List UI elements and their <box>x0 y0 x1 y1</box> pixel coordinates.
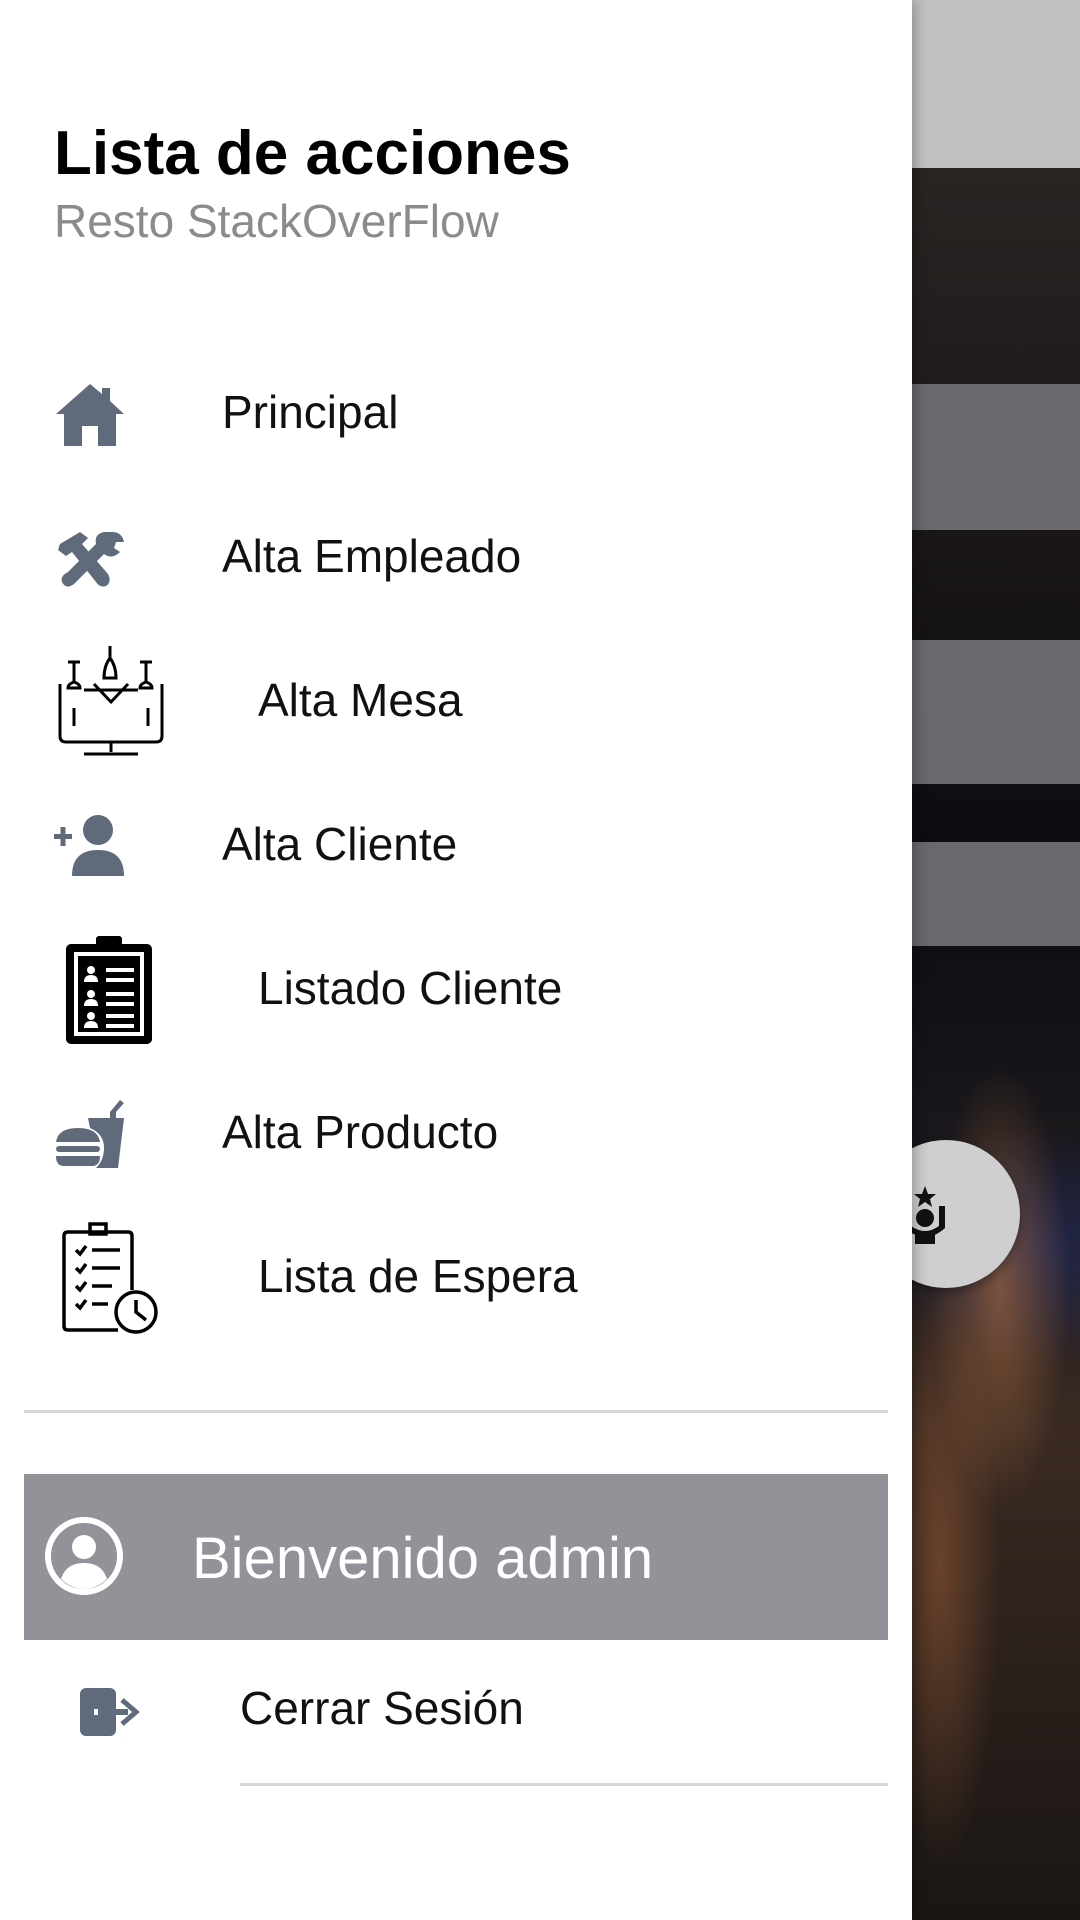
menu-item-listado-cliente[interactable]: Listado Cliente <box>0 928 912 1048</box>
menu-item-alta-cliente[interactable]: Alta Cliente <box>0 784 912 904</box>
menu-item-lista-de-espera[interactable]: Lista de Espera <box>0 1216 912 1336</box>
menu-item-label: Principal <box>222 386 399 438</box>
logout-icon <box>80 1688 140 1736</box>
menu-item-alta-empleado[interactable]: Alta Empleado <box>0 496 912 616</box>
menu-item-label: Alta Producto <box>222 1106 499 1158</box>
menu-item-label: Alta Empleado <box>222 530 522 582</box>
menu-item-label: Lista de Espera <box>258 1250 578 1302</box>
account-circle-icon <box>45 1517 123 1595</box>
menu-item-label: Listado Cliente <box>258 962 563 1014</box>
menu-item-principal[interactable]: Principal <box>0 352 912 472</box>
tools-icon <box>58 532 124 587</box>
add-user-icon <box>54 815 124 876</box>
restaurant-table-icon <box>58 646 164 756</box>
menu-item-alta-mesa[interactable]: Alta Mesa <box>0 640 912 760</box>
drawer-subtitle: Resto StackOverFlow <box>54 195 499 247</box>
home-icon <box>56 384 124 446</box>
menu-item-alta-producto[interactable]: Alta Producto <box>0 1072 912 1192</box>
menu-item-label: Alta Mesa <box>258 674 463 726</box>
drawer-divider <box>24 1410 888 1413</box>
welcome-text: Bienvenido admin <box>192 1526 654 1591</box>
drawer-title: Lista de acciones <box>54 119 571 188</box>
fast-food-icon <box>56 1100 124 1168</box>
menu-item-label: Alta Cliente <box>222 818 458 870</box>
logout-divider <box>240 1783 888 1786</box>
logout-label: Cerrar Sesión <box>240 1682 524 1734</box>
clipboard-list-icon <box>66 936 152 1044</box>
navigation-drawer: Lista de acciones Resto StackOverFlow Pr… <box>0 0 912 1920</box>
welcome-banner: Bienvenido admin <box>24 1474 888 1640</box>
waiting-list-icon <box>62 1222 158 1334</box>
